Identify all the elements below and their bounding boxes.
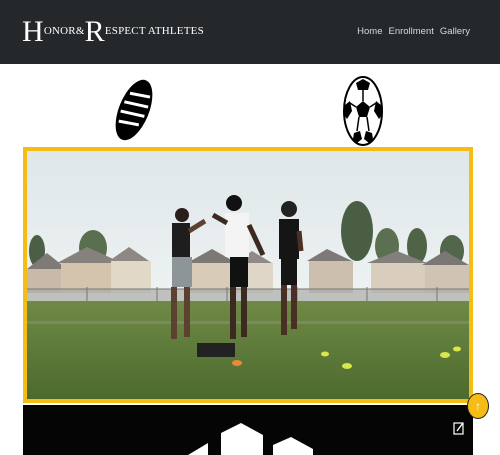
logo-graphic bbox=[188, 423, 313, 455]
content-banner bbox=[23, 405, 473, 455]
main-nav: Home Enrollment Gallery bbox=[357, 26, 470, 37]
edit-icon[interactable] bbox=[453, 421, 465, 435]
soccer-ball-icon bbox=[343, 76, 383, 146]
brand-logo[interactable]: HONOR&RESPECT ATHLETES bbox=[22, 8, 204, 56]
nav-link-gallery[interactable]: Gallery bbox=[440, 26, 470, 37]
scroll-to-top-button[interactable]: ↑ bbox=[467, 393, 489, 419]
top-navbar: HONOR&RESPECT ATHLETES Home Enrollment G… bbox=[0, 0, 500, 64]
nav-link-home[interactable]: Home bbox=[357, 26, 382, 37]
football-icon bbox=[115, 79, 153, 141]
hero-image-frame bbox=[23, 147, 473, 403]
hero-photo bbox=[27, 151, 469, 399]
brand-logo-text: HONOR&RESPECT ATHLETES bbox=[22, 15, 204, 48]
nav-link-enrollment[interactable]: Enrollment bbox=[388, 26, 433, 37]
arrow-up-icon: ↑ bbox=[475, 399, 481, 413]
